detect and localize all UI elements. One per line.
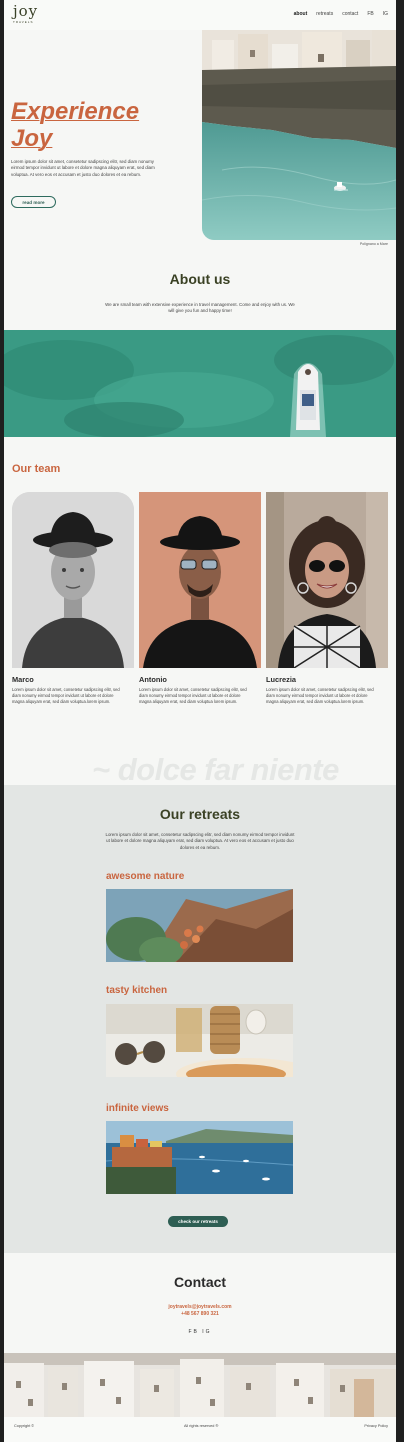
team-desc: Lorem ipsum dolor sit amet, consetetur s…: [266, 687, 374, 704]
sea-boat-image: [4, 330, 396, 437]
team-desc: Lorem ipsum dolor sit amet, consetetur s…: [12, 687, 120, 704]
read-more-button[interactable]: read more: [11, 196, 56, 208]
logo[interactable]: joy TRAVELS: [13, 2, 39, 25]
team-name: Marco: [12, 675, 34, 684]
logo-text: joy: [13, 2, 39, 20]
hero-title-line1: Experience: [11, 98, 140, 125]
contact-email-link[interactable]: joytravels@joytravels.com: [4, 1304, 396, 1310]
team-card-lucrezia: Lucrezia Lorem ipsum dolor sit amet, con…: [266, 492, 388, 704]
motto-watermark: ~ dolce far niente: [92, 752, 339, 787]
town-image: [4, 1353, 396, 1417]
about-text: We are small team with extensive experie…: [105, 302, 295, 314]
nav-retreats[interactable]: retreats: [316, 11, 333, 17]
retreat-image-views: [106, 1121, 293, 1194]
retreats-text: Lorem ipsum dolor sit amet, consetetur s…: [105, 832, 295, 850]
nav-contact[interactable]: contact: [342, 11, 358, 17]
team-card-marco: Marco Lorem ipsum dolor sit amet, conset…: [12, 492, 134, 704]
privacy-policy-link[interactable]: Privacy Policy: [364, 1424, 388, 1428]
footer-rights: All rights reserved ®: [184, 1424, 219, 1428]
team-photo-antonio: [139, 492, 261, 668]
retreat-image-kitchen: [106, 1004, 293, 1077]
team-desc: Lorem ipsum dolor sit amet, consetetur s…: [139, 687, 247, 704]
hero-title-line2: Joy: [11, 125, 53, 152]
hero-title: Experience Joy: [11, 98, 139, 152]
about-title: About us: [169, 271, 231, 287]
nav-instagram[interactable]: IG: [383, 11, 388, 17]
team-title: Our team: [12, 463, 61, 475]
contact-facebook-link[interactable]: FB: [188, 1329, 198, 1335]
main-nav: about retreats contact FB IG: [294, 11, 388, 17]
check-retreats-button[interactable]: check our retreats: [168, 1216, 228, 1227]
retreat-title-views: infinite views: [106, 1103, 169, 1114]
team-photo-lucrezia: [266, 492, 388, 668]
team-card-antonio: Antonio Lorem ipsum dolor sit amet, cons…: [139, 492, 261, 704]
site-header: joy TRAVELS about retreats contact FB IG: [4, 0, 396, 30]
retreat-title-kitchen: tasty kitchen: [106, 985, 168, 996]
page: joy TRAVELS about retreats contact FB IG…: [4, 0, 396, 1442]
site-footer: Copyright © All rights reserved ® Privac…: [4, 1417, 396, 1442]
team-photo-marco: [12, 492, 134, 668]
hero-image: [202, 30, 396, 240]
retreat-image-nature: [106, 889, 293, 962]
contact-social-links: FB IG: [4, 1329, 396, 1335]
hero-text: Lorem ipsum dolor sit amet, consetetur s…: [11, 159, 155, 177]
footer-copyright: Copyright ©: [14, 1424, 35, 1428]
logo-subtitle: TRAVELS: [13, 20, 34, 24]
retreat-title-nature: awesome nature: [106, 871, 185, 882]
retreats-title: Our retreats: [159, 806, 241, 822]
retreats-section: Our retreats Lorem ipsum dolor sit amet,…: [4, 785, 396, 1253]
hero-caption: Polignano a Mare: [359, 242, 388, 246]
contact-instagram-link[interactable]: IG: [202, 1329, 211, 1335]
nav-about[interactable]: about: [294, 11, 308, 17]
contact-phone-link[interactable]: +48 567 890 321: [4, 1311, 396, 1317]
contact-title: Contact: [173, 1274, 227, 1290]
nav-facebook[interactable]: FB: [367, 11, 373, 17]
team-name: Antonio: [139, 675, 167, 684]
team-name: Lucrezia: [266, 675, 296, 684]
